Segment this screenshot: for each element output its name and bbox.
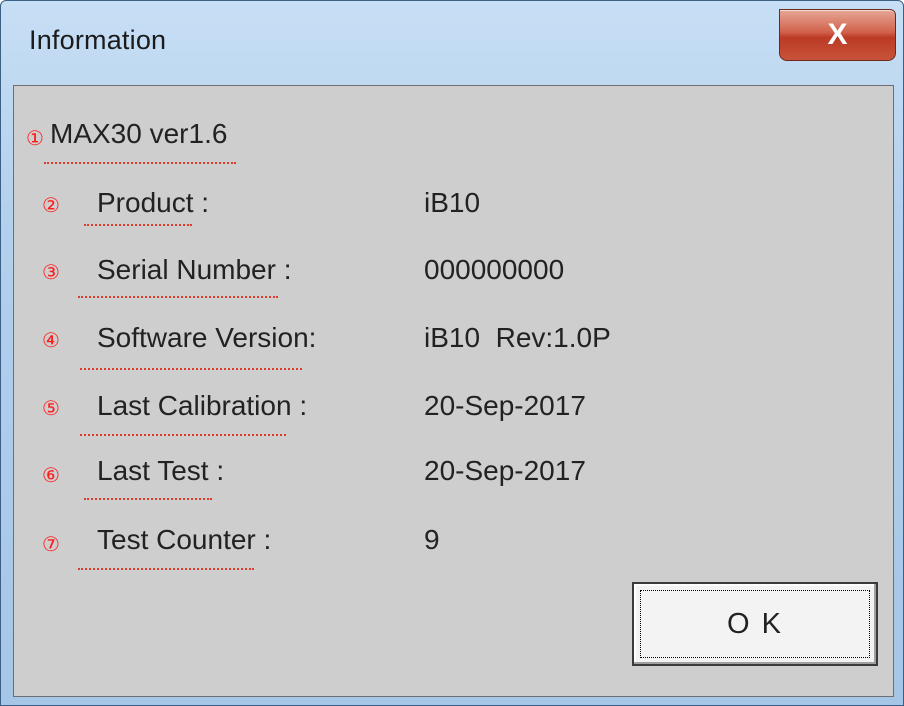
information-dialog: Information X ① MAX30 ver1.6 ② Product :… (0, 0, 904, 706)
close-icon: X (827, 18, 848, 51)
annotation-underline-7 (78, 568, 254, 570)
close-button[interactable]: X (779, 9, 896, 61)
software-version-label: Software Version: (97, 322, 317, 353)
serial-number-label: Serial Number : (97, 254, 292, 285)
annotation-underline-1 (44, 162, 236, 164)
annotation-underline-2 (84, 224, 192, 226)
annotation-underline-6 (84, 498, 212, 500)
serial-number-value: 000000000 (424, 254, 565, 285)
last-calibration-label: Last Calibration : (97, 390, 308, 421)
annotation-marker-7: ⑦ (42, 534, 60, 556)
window-title: Information (29, 25, 167, 55)
annotation-marker-5: ⑤ (42, 398, 60, 420)
dialog-body: ① MAX30 ver1.6 ② Product : iB10 ③ Serial… (13, 85, 894, 697)
annotation-marker-3: ③ (42, 262, 60, 284)
ok-button[interactable]: O K (632, 582, 878, 666)
product-value: iB10 (424, 187, 481, 218)
annotation-marker-1: ① (26, 128, 44, 150)
product-label: Product : (97, 187, 210, 218)
annotation-underline-4 (80, 368, 302, 370)
test-counter-value: 9 (424, 524, 440, 555)
ok-button-label: O K (727, 607, 783, 640)
model-version-text: MAX30 ver1.6 (50, 118, 228, 149)
last-test-value: 20-Sep-2017 (424, 455, 586, 486)
ok-focus-rect: O K (640, 590, 870, 658)
last-calibration-value: 20-Sep-2017 (424, 390, 586, 421)
last-test-label: Last Test : (97, 455, 225, 486)
annotation-underline-5 (80, 434, 286, 436)
annotation-marker-6: ⑥ (42, 465, 60, 487)
annotation-underline-3 (78, 296, 278, 298)
software-version-value: iB10 Rev:1.0P (424, 322, 611, 353)
annotation-marker-4: ④ (42, 330, 60, 352)
annotation-marker-2: ② (42, 195, 60, 217)
test-counter-label: Test Counter : (97, 524, 272, 555)
